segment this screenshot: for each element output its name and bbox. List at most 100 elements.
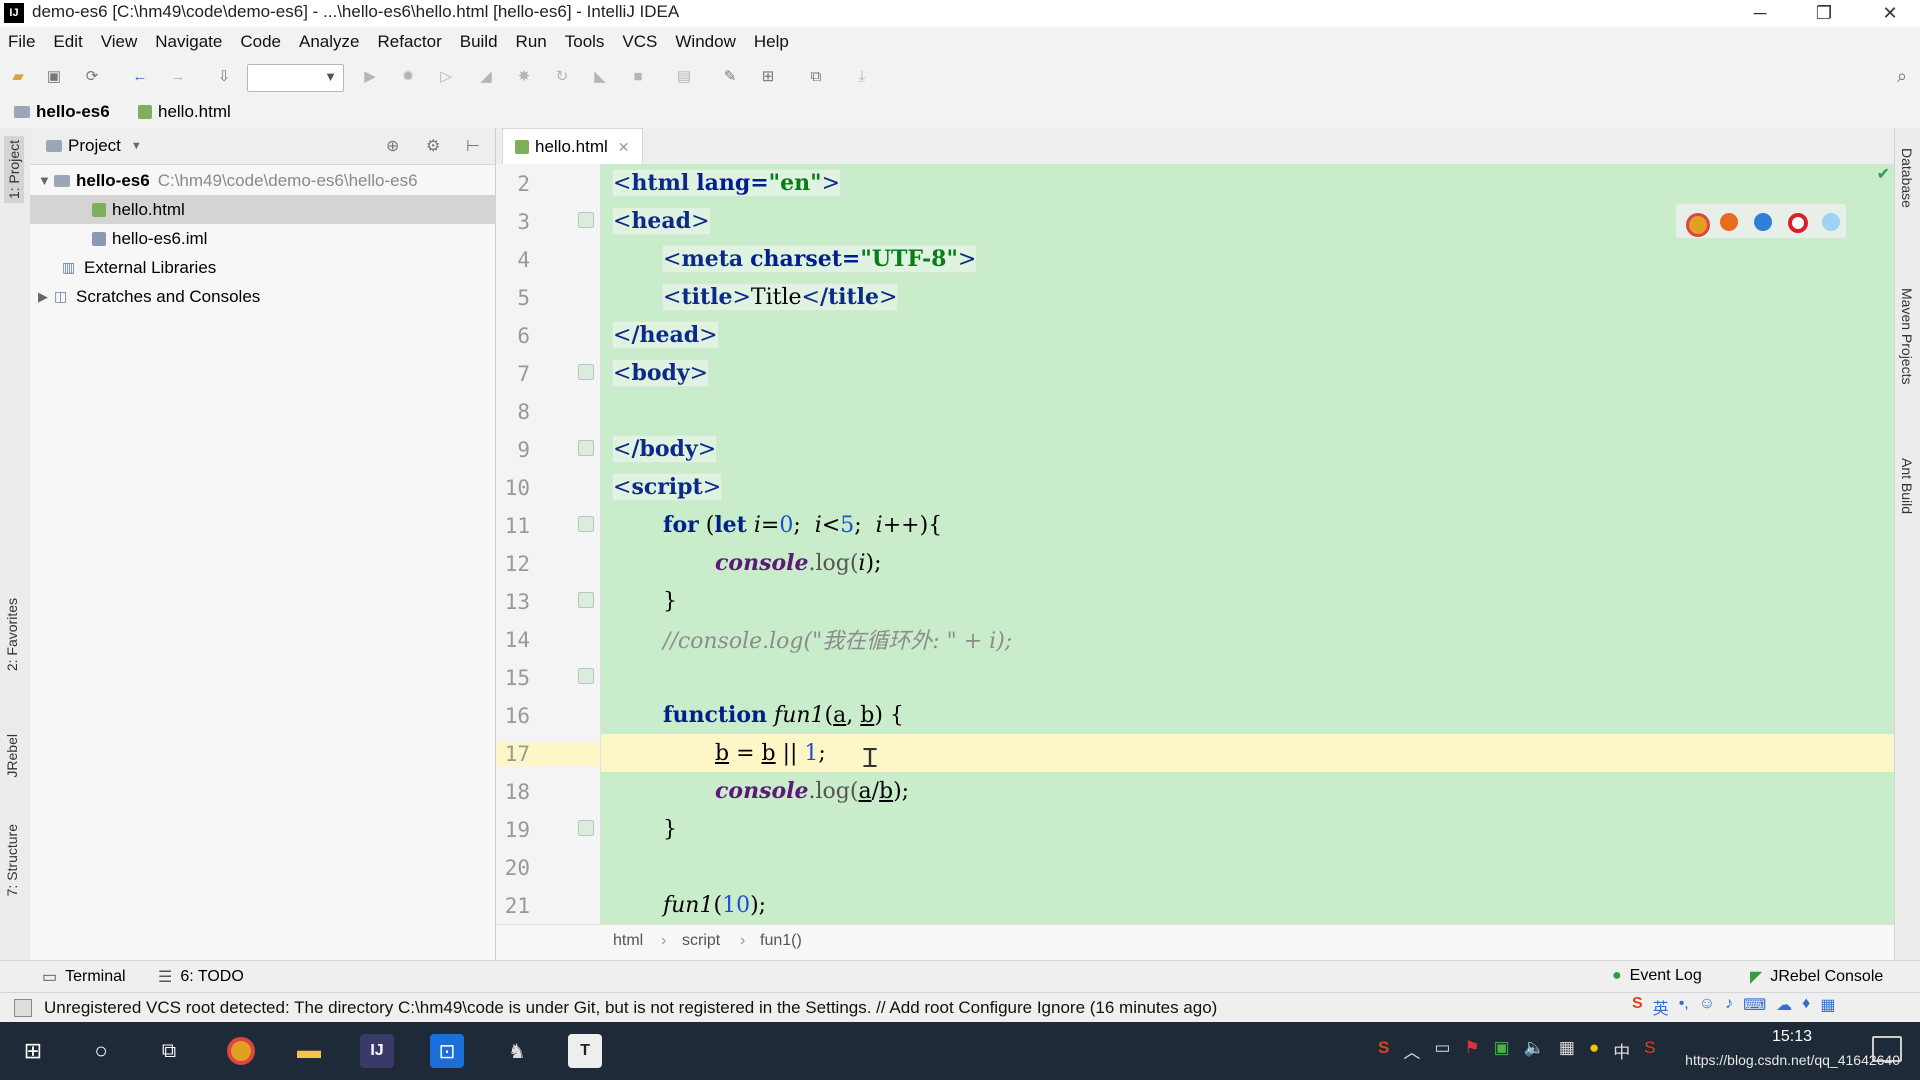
jrebel-console-tab[interactable]: ◤ JRebel Console	[1750, 967, 1883, 987]
sogou-skin-icon[interactable]: S	[1644, 1038, 1655, 1063]
menu-tools[interactable]: Tools	[556, 32, 614, 52]
menu-run[interactable]: Run	[507, 32, 556, 52]
edge-icon[interactable]	[1822, 213, 1840, 231]
chrome-icon[interactable]	[1686, 213, 1710, 237]
settings-wrench-icon[interactable]: ✎	[720, 66, 740, 86]
tree-item-hello-html[interactable]: hello.html	[30, 195, 557, 224]
clock[interactable]: 15:13	[1772, 1028, 1812, 1046]
fold-marker-icon[interactable]	[578, 820, 594, 836]
emoji-icon[interactable]: ☺	[1699, 995, 1715, 1019]
status-toggle-icon[interactable]	[14, 999, 32, 1017]
keyboard-icon[interactable]: ⌨	[1743, 995, 1766, 1019]
microphone-icon[interactable]: ♪	[1725, 995, 1733, 1019]
fold-marker-icon[interactable]	[578, 440, 594, 456]
run-configuration-select[interactable]: ▼	[247, 64, 344, 92]
status-message[interactable]: Unregistered VCS root detected: The dire…	[44, 998, 1217, 1018]
firefox-icon[interactable]	[1720, 213, 1738, 231]
menu-analyze[interactable]: Analyze	[290, 32, 368, 52]
search-icon[interactable]: ○	[84, 1034, 118, 1068]
save-icon[interactable]: ▣	[44, 66, 64, 86]
tab-ant-build[interactable]: Ant Build	[1899, 458, 1915, 514]
terminal-tab[interactable]: ▭ Terminal	[42, 967, 126, 987]
menu-refactor[interactable]: Refactor	[368, 32, 450, 52]
tree-item-external-libraries[interactable]: ▥ External Libraries	[30, 253, 527, 282]
project-structure-icon[interactable]: ⊞	[758, 66, 778, 86]
ime-tray-icon[interactable]: 中	[1613, 1038, 1630, 1063]
tab-structure[interactable]: 7: Structure	[4, 824, 20, 896]
code-area[interactable]: <html lang="en"> <head> <meta charset="U…	[601, 164, 1894, 924]
sogou-icon[interactable]: S	[1632, 995, 1643, 1019]
locate-icon[interactable]: ⊕	[386, 136, 399, 156]
breadcrumb-file[interactable]: hello.html	[138, 102, 231, 122]
language-icon[interactable]: 英	[1653, 995, 1669, 1019]
vcs-icon[interactable]: ▤	[674, 66, 694, 86]
close-button[interactable]: ✕	[1866, 0, 1914, 27]
menu-help[interactable]: Help	[745, 32, 798, 52]
coverage-icon[interactable]: ▷	[436, 66, 456, 86]
flag-icon[interactable]: ⚑	[1464, 1038, 1479, 1063]
tree-item-scratches[interactable]: ▶ ◫ Scratches and Consoles	[30, 282, 503, 311]
store-icon[interactable]: ⊡	[430, 1034, 464, 1068]
hide-panel-icon[interactable]: ⊢	[466, 136, 480, 156]
tab-database[interactable]: Database	[1899, 148, 1915, 208]
close-tab-icon[interactable]: ✕	[618, 139, 630, 156]
gear-icon[interactable]: ⚙	[426, 136, 440, 156]
chevron-up-icon[interactable]: ︿	[1403, 1038, 1420, 1063]
chrome-taskbar-icon[interactable]	[224, 1034, 258, 1068]
restore-button[interactable]: ❐	[1800, 0, 1848, 27]
download-icon[interactable]: ⤓	[852, 66, 872, 86]
sync-icon[interactable]: ⟳	[82, 66, 102, 86]
stop-icon[interactable]: ■	[628, 66, 648, 86]
jrebel-run-icon[interactable]: ◢	[476, 66, 496, 86]
intellij-taskbar-icon[interactable]: IJ	[360, 1034, 394, 1068]
menu-code[interactable]: Code	[231, 32, 290, 52]
tab-favorites[interactable]: 2: Favorites	[4, 598, 20, 671]
sdk-icon[interactable]: ⧉	[806, 66, 826, 86]
360-icon[interactable]: ●	[1589, 1038, 1599, 1063]
breadcrumb-html[interactable]: html	[613, 932, 643, 950]
menu-navigate[interactable]: Navigate	[146, 32, 231, 52]
run-icon[interactable]: ▶	[360, 66, 380, 86]
menu-view[interactable]: View	[92, 32, 147, 52]
jrebel-debug-icon[interactable]: ✸	[514, 66, 534, 86]
breadcrumb-project[interactable]: hello-es6	[14, 102, 110, 122]
sogou-tray-icon[interactable]: S	[1378, 1038, 1389, 1063]
breadcrumb-fun1[interactable]: fun1()	[760, 932, 802, 950]
breadcrumb-script[interactable]: script	[682, 932, 720, 950]
volume-icon[interactable]: 🔈	[1524, 1038, 1545, 1063]
build-icon[interactable]: ⇩	[214, 66, 234, 86]
profile-icon[interactable]: ↻	[552, 66, 572, 86]
tree-item-iml[interactable]: hello-es6.iml	[30, 224, 557, 253]
fold-marker-icon[interactable]	[578, 592, 594, 608]
punctuation-icon[interactable]: •,	[1679, 995, 1689, 1019]
fold-marker-icon[interactable]	[578, 668, 594, 684]
minimize-button[interactable]: ─	[1736, 0, 1784, 27]
fold-marker-icon[interactable]	[578, 212, 594, 228]
menu-build[interactable]: Build	[451, 32, 507, 52]
skin-icon[interactable]: ♦	[1802, 995, 1810, 1019]
tab-maven-projects[interactable]: Maven Projects	[1899, 288, 1915, 384]
app-taskbar-icon[interactable]: ♞	[500, 1034, 534, 1068]
task-view-icon[interactable]: ⧉	[152, 1034, 186, 1068]
back-icon[interactable]: ←	[130, 66, 150, 86]
search-icon[interactable]: ⌕	[1892, 66, 1912, 86]
menu-edit[interactable]: Edit	[44, 32, 91, 52]
tab-jrebel[interactable]: JRebel	[4, 734, 20, 778]
forward-icon[interactable]: →	[168, 66, 188, 86]
tab-hello-html[interactable]: hello.html ✕	[502, 128, 643, 165]
menu-vcs[interactable]: VCS	[613, 32, 666, 52]
open-folder-icon[interactable]: ▰	[8, 66, 28, 86]
menu-file[interactable]: File	[0, 32, 44, 52]
fold-marker-icon[interactable]	[578, 516, 594, 532]
fold-marker-icon[interactable]	[578, 364, 594, 380]
typora-icon[interactable]: T	[568, 1034, 602, 1068]
opera-icon[interactable]	[1788, 213, 1808, 233]
usb-icon[interactable]: ▭	[1434, 1038, 1450, 1063]
tab-project[interactable]: 1: Project	[4, 136, 24, 204]
attach-icon[interactable]: ◣	[590, 66, 610, 86]
tree-item-hello-es6[interactable]: ▼ hello-es6 C:\hm49\code\demo-es6\hello-…	[30, 166, 503, 195]
safari-icon[interactable]	[1754, 213, 1772, 231]
event-log-tab[interactable]: ● Event Log	[1612, 967, 1702, 985]
file-explorer-icon[interactable]: ▬	[292, 1034, 326, 1068]
debug-icon[interactable]: ✹	[398, 66, 418, 86]
